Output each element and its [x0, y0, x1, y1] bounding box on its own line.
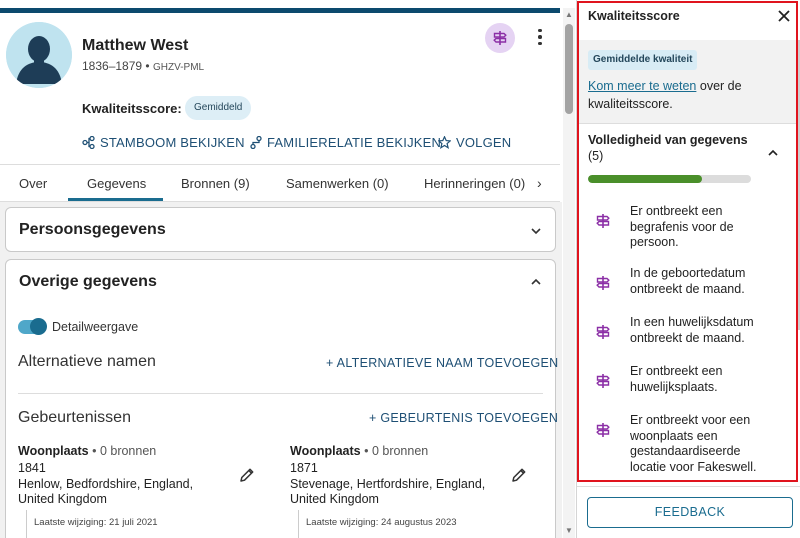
- more-options-icon[interactable]: [532, 26, 548, 48]
- event-place-country: United Kingdom: [18, 492, 107, 506]
- person-lifespan: 1836–1879 • GHZV-PML: [82, 59, 204, 73]
- event-place-country: United Kingdom: [290, 492, 379, 506]
- page-scrollbar-thumb[interactable]: [565, 24, 573, 114]
- event-year: 1841: [18, 461, 46, 475]
- star-icon: [438, 136, 451, 149]
- personal-data-card[interactable]: Persoonsgegevens: [5, 207, 556, 252]
- detail-view-label: Detailweergave: [52, 320, 139, 334]
- chevron-right-icon[interactable]: ›: [537, 175, 542, 191]
- tab-herinneringen[interactable]: Herinneringen (0): [424, 176, 525, 191]
- other-data-title: Overige gegevens: [19, 273, 157, 290]
- section-divider: [18, 393, 543, 394]
- person-name: Matthew West: [82, 37, 189, 54]
- event-type: Woonplaats: [290, 444, 361, 458]
- tabs-top-divider: [0, 164, 560, 165]
- tree-icon: [82, 136, 95, 149]
- pencil-icon[interactable]: [510, 466, 528, 484]
- tab-bronnen[interactable]: Bronnen (9): [181, 176, 250, 191]
- detail-view-toggle[interactable]: [18, 318, 47, 335]
- add-event-button[interactable]: + GEBEURTENIS TOEVOEGEN: [369, 411, 558, 425]
- alternative-names-title: Alternatieve namen: [18, 353, 156, 370]
- tab-samenwerken[interactable]: Samenwerken (0): [286, 176, 389, 191]
- event-sources: • 0 bronnen: [364, 444, 429, 458]
- event-sources: • 0 bronnen: [92, 444, 157, 458]
- top-brand-bar: [0, 8, 560, 13]
- highlight-frame: [577, 1, 798, 482]
- scroll-up-icon[interactable]: ▲: [565, 10, 573, 19]
- pencil-icon[interactable]: [238, 466, 256, 484]
- lifespan-text: 1836–1879: [82, 59, 143, 73]
- event-last-modified: Laatste wijziging: 21 juli 2021: [34, 517, 158, 528]
- quality-score-badge[interactable]: Gemiddeld: [185, 96, 252, 120]
- lifespan-separator: •: [145, 59, 150, 73]
- events-title: Gebeurtenissen: [18, 409, 131, 426]
- event-timeline-line: [26, 510, 27, 538]
- view-relationship-button[interactable]: FAMILIERELATIE BEKIJKEN: [250, 135, 441, 150]
- quality-score-label: Kwaliteitsscore:: [82, 101, 182, 116]
- research-hint-button[interactable]: [485, 23, 515, 53]
- add-alternative-name-button[interactable]: + ALTERNATIEVE NAAM TOEVOEGEN: [326, 356, 559, 370]
- event-title[interactable]: Woonplaats • 0 bronnen: [18, 444, 156, 458]
- chevron-down-icon[interactable]: [531, 226, 541, 236]
- event-year: 1871: [290, 461, 318, 475]
- event-timeline-line: [298, 510, 299, 538]
- signpost-icon: [493, 31, 507, 45]
- view-tree-label: STAMBOOM BEKIJKEN: [100, 135, 245, 150]
- event-last-modified: Laatste wijziging: 24 augustus 2023: [306, 517, 457, 528]
- panel-footer-divider: [577, 486, 800, 487]
- tab-over[interactable]: Over: [19, 176, 47, 191]
- follow-button[interactable]: VOLGEN: [438, 135, 511, 150]
- scroll-down-icon[interactable]: ▼: [565, 526, 573, 535]
- event-title[interactable]: Woonplaats • 0 bronnen: [290, 444, 428, 458]
- follow-label: VOLGEN: [456, 135, 512, 150]
- tab-gegevens[interactable]: Gegevens: [87, 176, 146, 191]
- person-silhouette-icon: [6, 22, 72, 88]
- event-type: Woonplaats: [18, 444, 89, 458]
- event-place: Henlow, Bedfordshire, England,: [18, 477, 194, 491]
- avatar: [6, 22, 72, 88]
- event-place: Stevenage, Hertfordshire, England,: [290, 477, 486, 491]
- view-tree-button[interactable]: STAMBOOM BEKIJKEN: [82, 135, 245, 150]
- feedback-button[interactable]: FEEDBACK: [587, 497, 793, 528]
- chevron-up-icon[interactable]: [531, 277, 541, 287]
- person-id[interactable]: GHZV-PML: [153, 62, 204, 73]
- relationship-icon: [250, 136, 262, 149]
- person-page: Matthew West 1836–1879 • GHZV-PML Kwalit…: [0, 0, 575, 538]
- view-relationship-label: FAMILIERELATIE BEKIJKEN: [267, 135, 442, 150]
- personal-data-title: Persoonsgegevens: [19, 221, 166, 238]
